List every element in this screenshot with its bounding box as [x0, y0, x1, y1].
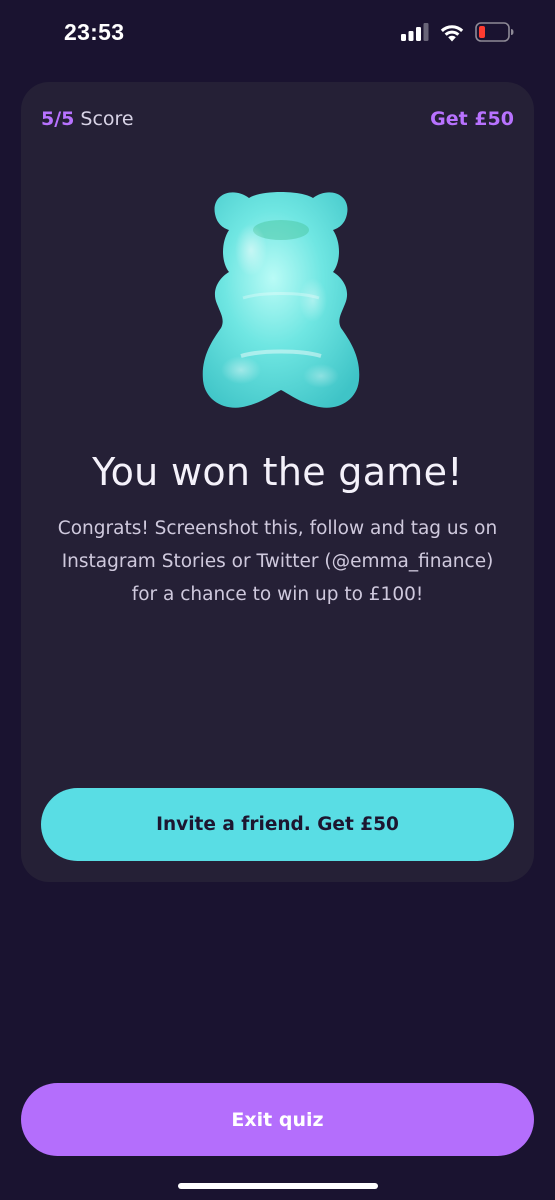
- score-label: Score: [80, 108, 134, 130]
- battery-low-icon: [475, 22, 514, 42]
- result-card: 5/5 Score Get £50 You won the game! Cong…: [21, 82, 534, 882]
- exit-quiz-button[interactable]: Exit quiz: [21, 1083, 534, 1156]
- quiz-result-screen: 23:53 5/5 Score Get £50 You won the game…: [0, 0, 555, 1200]
- status-time: 23:53: [64, 19, 125, 45]
- home-indicator[interactable]: [178, 1183, 378, 1189]
- result-description: Congrats! Screenshot this, follow and ta…: [57, 518, 498, 605]
- status-bar: 23:53: [0, 0, 555, 66]
- score: 5/5 Score: [41, 108, 134, 130]
- wifi-icon: [440, 24, 464, 41]
- result-headline: You won the game!: [92, 450, 463, 494]
- signal-icon: [401, 23, 429, 41]
- invite-friend-button[interactable]: Invite a friend. Get £50: [41, 788, 514, 861]
- status-icons: [401, 22, 515, 42]
- score-value: 5/5: [41, 108, 75, 130]
- card-header: 5/5 Score Get £50: [41, 104, 514, 134]
- gummy-bear-icon: [181, 180, 381, 420]
- get-reward-link[interactable]: Get £50: [430, 108, 514, 130]
